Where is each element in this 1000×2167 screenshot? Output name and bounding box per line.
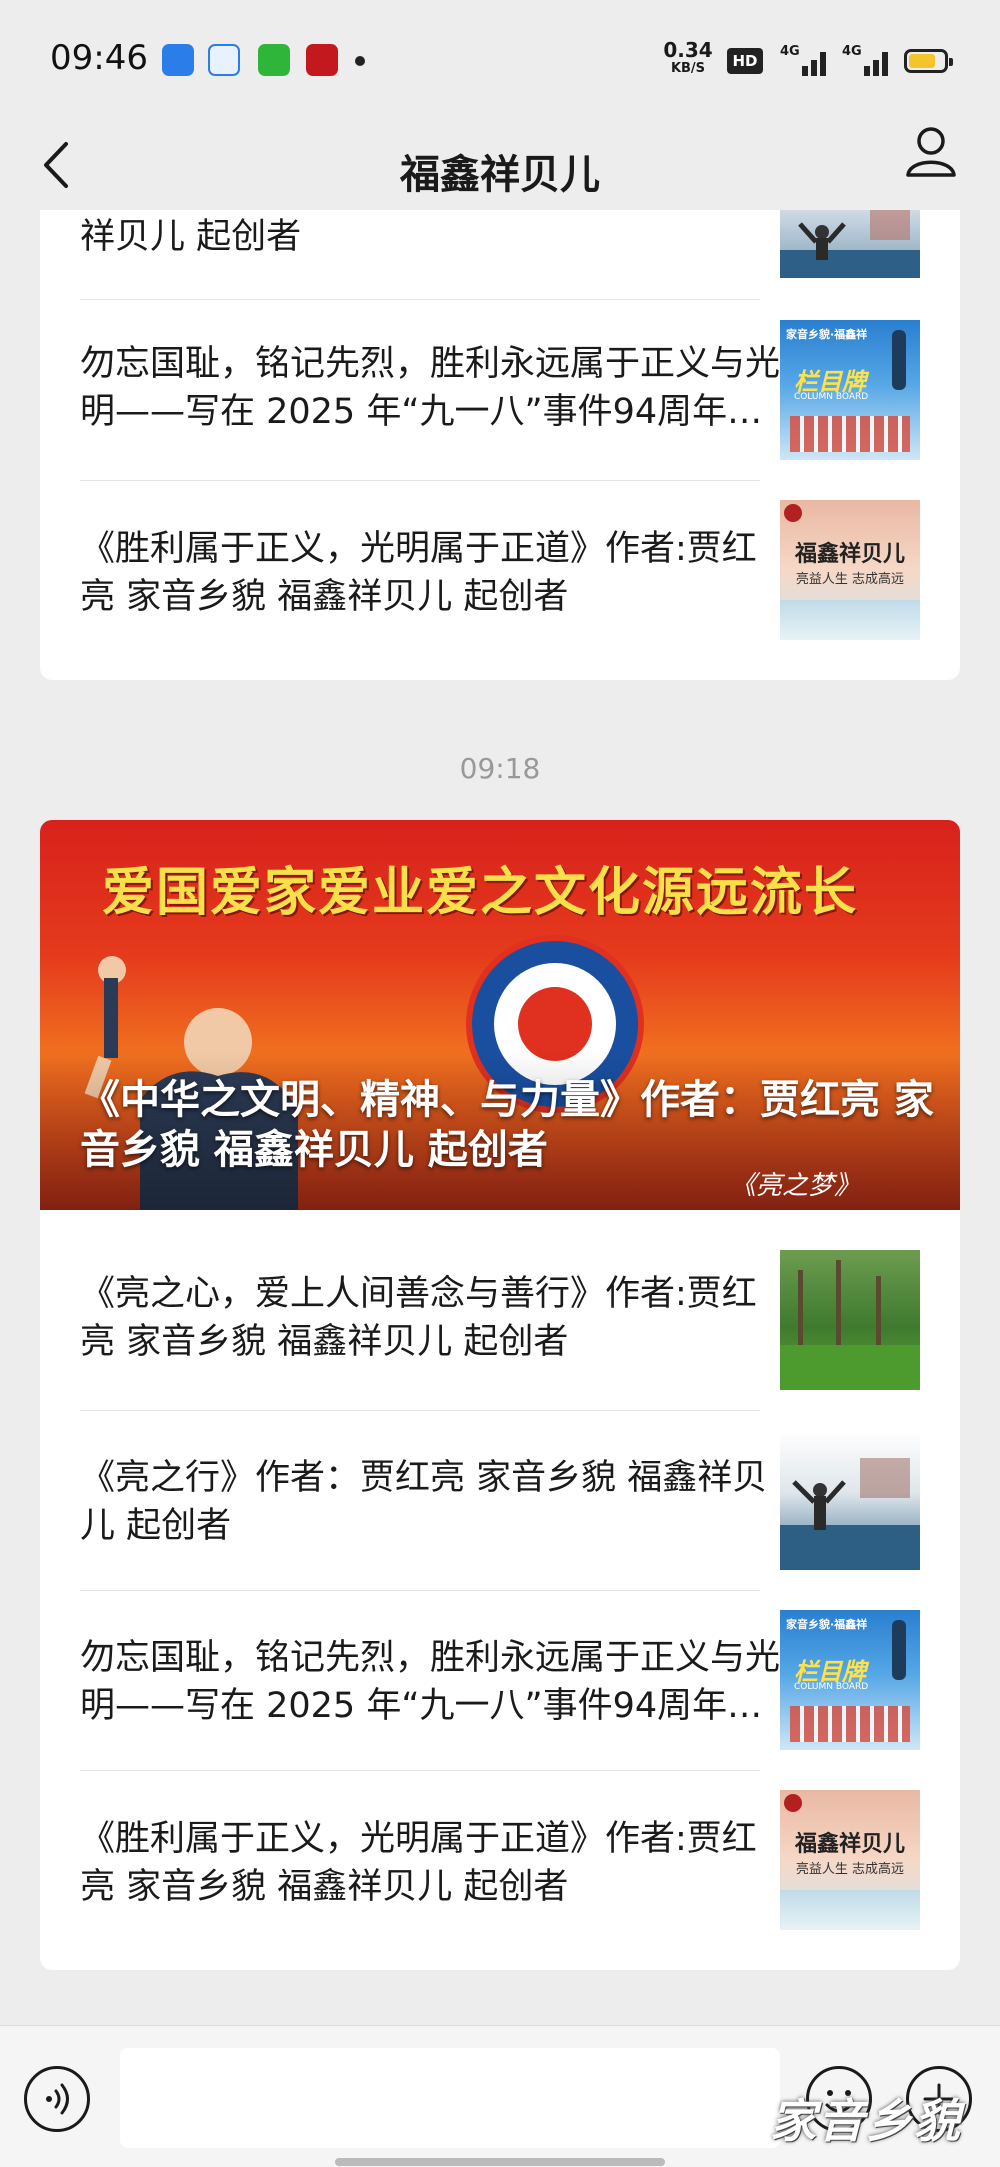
column-board-en: COLUMN BOARD bbox=[794, 1682, 869, 1692]
page-title: 福鑫祥贝儿 bbox=[400, 152, 600, 198]
bank-app-icon bbox=[306, 44, 338, 76]
list-item[interactable]: 《胜利属于正义，光明属于正道》作者:贾红亮 家音乡貌 福鑫祥贝儿 起创者 bbox=[40, 1770, 760, 1950]
status-time: 09:46 bbox=[50, 38, 148, 78]
article-thumbnail: 家音乡貌·福鑫祥 栏目牌 COLUMN BOARD bbox=[780, 320, 920, 460]
list-item[interactable]: 祥贝儿 起创者 bbox=[40, 210, 760, 300]
article-thumbnail bbox=[780, 1430, 920, 1570]
article-thumbnail bbox=[780, 1250, 920, 1390]
brand-label: 福鑫祥贝儿 bbox=[794, 1832, 905, 1857]
nav-bar: 福鑫祥贝儿 bbox=[0, 120, 1000, 210]
article-title: 《亮之心，爱上人间善念与善行》作者:贾红亮 家音乡貌 福鑫祥贝儿 起创者 bbox=[80, 1274, 757, 1362]
watermark: 家音乡貌 bbox=[770, 2094, 962, 2148]
signal-2-label: 4G bbox=[842, 44, 862, 59]
article-thumbnail: 福鑫祥贝儿 亮益人生 志成高远 bbox=[780, 1790, 920, 1930]
list-item[interactable]: 《胜利属于正义，光明属于正道》作者:贾红亮 家音乡貌 福鑫祥贝儿 起创者 bbox=[40, 480, 760, 660]
timestamp: 09:18 bbox=[459, 752, 541, 785]
column-board-en: COLUMN BOARD bbox=[794, 392, 869, 402]
status-bar: 09:46 0.34 KB/S HD 4G 4G bbox=[0, 0, 1000, 120]
net-speed-unit: KB/S bbox=[670, 61, 706, 76]
profile-icon[interactable] bbox=[904, 124, 958, 178]
battery-icon bbox=[904, 49, 953, 73]
signal-1-label: 4G bbox=[780, 44, 800, 59]
article-thumbnail: 福鑫祥贝儿 亮益人生 志成高远 bbox=[780, 500, 920, 640]
cover-article[interactable]: 爱国爱家爱业爱之文化源远流长 《中华之文明、精神、与力量》作者：贾红亮 家音乡貌… bbox=[40, 820, 960, 1210]
net-speed: 0.34 KB/S bbox=[660, 40, 716, 75]
article-title: 勿忘国耻，铭记先烈，胜利永远属于正义与光明——写在 2025 年“九一八”事件9… bbox=[80, 344, 781, 432]
article-title: 《亮之行》作者：贾红亮 家音乡貌 福鑫祥贝儿 起创者 bbox=[80, 1458, 768, 1546]
article-title: 《胜利属于正义，光明属于正道》作者:贾红亮 家音乡貌 福鑫祥贝儿 起创者 bbox=[80, 1819, 757, 1907]
list-item[interactable]: 《亮之行》作者：贾红亮 家音乡貌 福鑫祥贝儿 起创者 bbox=[40, 1410, 767, 1590]
cover-slogan: 爱国爱家爱业爱之文化源远流长 bbox=[102, 863, 859, 923]
article-title: 勿忘国耻，铭记先烈，胜利永远属于正义与光明——写在 2025 年“九一八”事件9… bbox=[80, 1638, 781, 1726]
search-app-icon bbox=[208, 44, 240, 76]
net-speed-value: 0.34 bbox=[663, 38, 713, 62]
list-item[interactable]: 勿忘国耻，铭记先烈，胜利永远属于正义与光明——写在 2025 年“九一八”事件9… bbox=[40, 1590, 780, 1770]
cover-caption: 《亮之梦》 bbox=[730, 1171, 861, 1201]
cover-headline: 《中华之文明、精神、与力量》作者：贾红亮 家音乡貌 福鑫祥贝儿 起创者 bbox=[80, 1077, 934, 1173]
list-item[interactable]: 勿忘国耻，铭记先烈，胜利永远属于正义与光明——写在 2025 年“九一八”事件9… bbox=[40, 300, 780, 480]
brand-slogan: 亮益人生 志成高远 bbox=[795, 1862, 905, 1877]
brand-label: 福鑫祥贝儿 bbox=[794, 542, 905, 567]
signal-icon-1: 4G bbox=[780, 44, 830, 76]
list-item[interactable]: 《亮之心，爱上人间善念与善行》作者:贾红亮 家音乡貌 福鑫祥贝儿 起创者 bbox=[40, 1230, 760, 1410]
hd-badge: HD bbox=[727, 48, 763, 74]
notification-dot-icon bbox=[355, 56, 365, 66]
home-indicator bbox=[335, 2158, 665, 2166]
voice-icon[interactable] bbox=[24, 2066, 90, 2132]
article-title: 《胜利属于正义，光明属于正道》作者:贾红亮 家音乡貌 福鑫祥贝儿 起创者 bbox=[80, 529, 757, 617]
message-input[interactable] bbox=[120, 2048, 780, 2148]
signal-icon-2: 4G bbox=[842, 44, 892, 76]
article-thumbnail bbox=[780, 210, 920, 278]
brand-slogan: 亮益人生 志成高远 bbox=[795, 572, 905, 587]
article-thumbnail: 家音乡貌·福鑫祥 栏目牌 COLUMN BOARD bbox=[780, 1610, 920, 1750]
article-title: 祥贝儿 起创者 bbox=[80, 217, 302, 257]
files-app-icon bbox=[162, 44, 194, 76]
camera-app-icon bbox=[258, 44, 290, 76]
